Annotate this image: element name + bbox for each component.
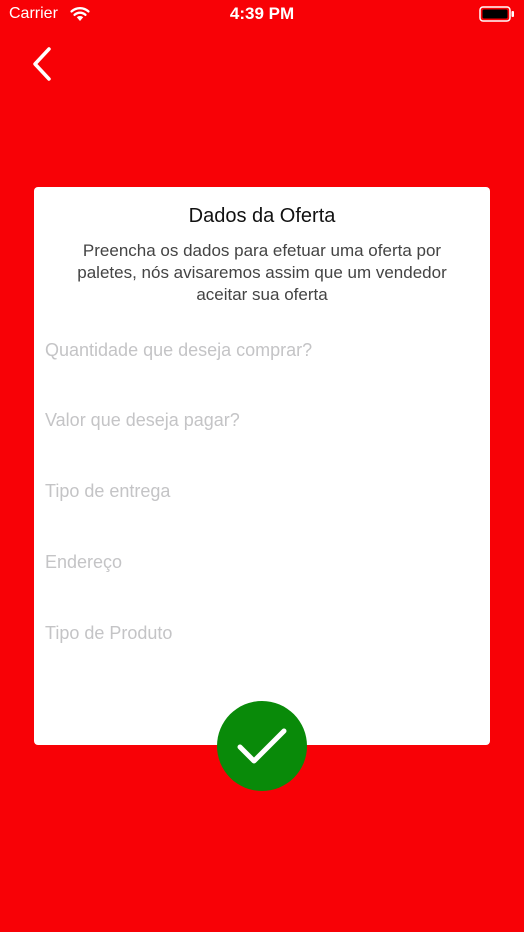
price-input[interactable] — [45, 403, 475, 437]
confirm-button[interactable] — [217, 701, 307, 791]
card-subtitle: Preencha os dados para efetuar uma ofert… — [77, 241, 447, 304]
status-time: 4:39 PM — [229, 4, 295, 23]
quantity-input[interactable] — [45, 333, 475, 367]
battery-icon — [479, 6, 514, 22]
delivery-type-input[interactable] — [45, 474, 475, 508]
address-input[interactable] — [45, 545, 475, 579]
chevron-left-icon — [33, 47, 51, 81]
card-title: Dados da Oferta — [188, 205, 336, 227]
status-bar: Carrier 4:39 PM — [0, 0, 524, 30]
offer-card: Dados da Oferta Preencha os dados para e… — [34, 187, 490, 745]
back-button[interactable] — [22, 40, 62, 88]
checkmark-icon — [237, 728, 287, 764]
product-type-input[interactable] — [45, 616, 475, 650]
